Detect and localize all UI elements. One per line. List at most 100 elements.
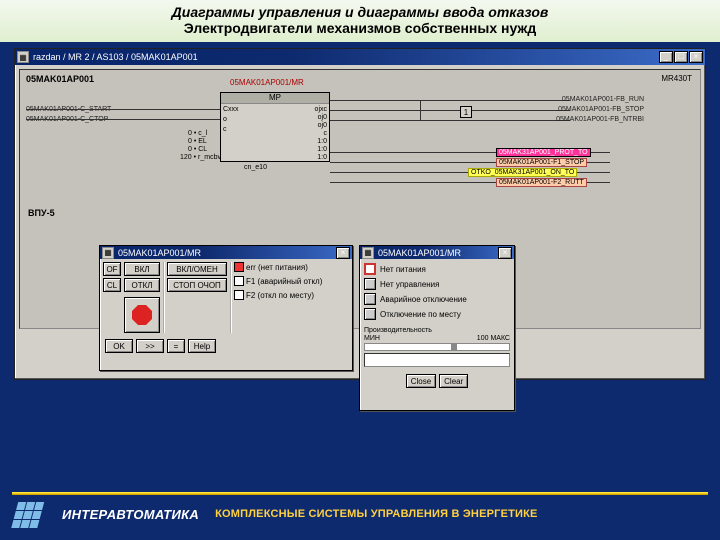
of-button[interactable]: OF	[103, 262, 121, 276]
forward-button[interactable]: >>	[136, 339, 164, 353]
tag[interactable]: OTKO_05MAK31AP001_ON_TO	[468, 168, 577, 177]
fault-label: Отключение по месту	[380, 310, 461, 319]
wire	[330, 120, 570, 121]
pin: 1:0	[317, 138, 327, 145]
separator	[230, 262, 231, 333]
fault-label: err (нет питания)	[246, 263, 308, 272]
fault-row: err (нет питания)	[234, 262, 322, 272]
signal-right: 05MAK01AP001-FB_RUN	[562, 96, 644, 103]
dialog-icon: ▦	[362, 247, 374, 259]
pin: c	[223, 126, 227, 133]
input-label: cn_e10	[244, 164, 267, 171]
fault-row: Нет питания	[364, 263, 510, 275]
func-block-header: MP	[221, 93, 329, 104]
dialog-icon: ▦	[102, 247, 114, 259]
fault-checkbox[interactable]	[234, 290, 244, 300]
clear-button[interactable]: Clear	[439, 374, 468, 388]
fault-label: Аварийное отключение	[380, 295, 467, 304]
brand-label: ИНТЕРАВТОМАТИКА	[62, 507, 199, 522]
dialog-close-button[interactable]: ×	[336, 247, 350, 259]
wire	[330, 110, 570, 111]
company-logo-icon	[11, 501, 50, 527]
ok-button[interactable]: OK	[105, 339, 133, 353]
off-button[interactable]: ОТКЛ	[124, 278, 160, 292]
wire	[330, 100, 570, 101]
fault-row: F1 (аварийный откл)	[234, 276, 322, 286]
footer: ИНТЕРАВТОМАТИКА КОМПЛЕКСНЫЕ СИСТЕМЫ УПРА…	[0, 486, 720, 540]
pin: oj0	[318, 122, 327, 129]
fault-label: F1 (аварийный откл)	[246, 277, 322, 286]
dialog-title: 05MAK01AP001/MR	[118, 248, 336, 258]
separator	[163, 262, 164, 333]
device-type-label: MR430T	[661, 74, 692, 83]
tag[interactable]: 05MAK01AP001-F2_RUTT	[496, 178, 587, 187]
productivity-input[interactable]	[364, 353, 510, 367]
dialog-close-button[interactable]: ×	[498, 247, 512, 259]
pin: 1:0	[317, 154, 327, 161]
header-line2: Электродвигатели механизмов собственных …	[0, 20, 720, 36]
close-button[interactable]: ×	[689, 51, 703, 63]
pin: c	[324, 130, 328, 137]
input-label: 120 • r_mcbv	[180, 154, 221, 161]
fault-toggle[interactable]	[364, 278, 376, 290]
input-label: 0 • EL	[188, 138, 207, 145]
app-titlebar[interactable]: ▦ razdan / MR 2 / AS103 / 05MAK01AP001 _…	[15, 49, 705, 65]
pin: 1:0	[317, 146, 327, 153]
app-window: ▦ razdan / MR 2 / AS103 / 05MAK01AP001 _…	[14, 48, 706, 380]
stop-icon[interactable]	[124, 297, 160, 333]
fault-label: Нет управления	[380, 280, 439, 289]
stopnow-button[interactable]: СТОП ОЧОП	[167, 278, 227, 292]
productivity-slider[interactable]	[364, 343, 510, 351]
input-label: 0 • CL	[188, 146, 207, 153]
cl-button[interactable]: CL	[103, 278, 121, 292]
func-block[interactable]: MP Cxxx o c ojxc oj0 oj0 c 1:0 1:0 1:0	[220, 92, 330, 162]
dialog-titlebar[interactable]: ▦ 05MAK01AP001/MR ×	[360, 246, 514, 259]
fault-dialog[interactable]: ▦ 05MAK01AP001/MR × Нет питания Нет упра…	[359, 245, 515, 411]
fault-checkbox[interactable]	[234, 262, 244, 272]
tag[interactable]: 05MAK31AP001_PROT_TO	[496, 148, 591, 157]
equals-button[interactable]: =	[167, 339, 185, 353]
on-button[interactable]: ВКЛ	[124, 262, 160, 276]
input-label: 0 • c_l	[188, 130, 207, 137]
pin: oj0	[318, 114, 327, 121]
device-mr-label: 05MAK01AP001/MR	[230, 78, 304, 87]
signal-right: 05MAK01AP001-FB_STOP	[558, 106, 644, 113]
dialog-title: 05MAK01AP001/MR	[378, 248, 498, 258]
header-line1: Диаграммы управления и диаграммы ввода о…	[0, 4, 720, 20]
wire	[26, 109, 220, 110]
fault-toggle[interactable]	[364, 308, 376, 320]
signal-right: 05MAK01AP001-FB_NTRBI	[556, 116, 644, 123]
fault-checkbox[interactable]	[234, 276, 244, 286]
productivity-label: Производительность	[364, 327, 432, 334]
close-button[interactable]: Close	[406, 374, 436, 388]
tag[interactable]: 05MAK01AP001-F1_STOP	[496, 158, 587, 167]
min-label: МИН	[364, 335, 380, 342]
fault-label: F2 (откл по месту)	[246, 291, 314, 300]
app-title: razdan / MR 2 / AS103 / 05MAK01AP001	[33, 52, 659, 62]
divider	[12, 492, 708, 495]
dialog-titlebar[interactable]: ▦ 05MAK01AP001/MR ×	[100, 246, 352, 259]
fault-toggle[interactable]	[364, 293, 376, 305]
cancel-button[interactable]: ВКЛ/ОМЕН	[167, 262, 227, 276]
fault-row: Аварийное отключение	[364, 293, 510, 305]
app-icon: ▦	[17, 51, 29, 63]
minimize-button[interactable]: _	[659, 51, 673, 63]
wire	[420, 100, 421, 120]
max-label: МАКС	[490, 335, 510, 342]
pin: o	[223, 116, 227, 123]
help-button[interactable]: Help	[188, 339, 216, 353]
pin: ojxc	[315, 106, 327, 113]
maximize-button[interactable]: □	[674, 51, 688, 63]
wire	[26, 119, 220, 120]
fault-row: Отключение по месту	[364, 308, 510, 320]
fault-label: Нет питания	[380, 265, 426, 274]
tagline-label: КОМПЛЕКСНЫЕ СИСТЕМЫ УПРАВЛЕНИЯ В ЭНЕРГЕТ…	[215, 508, 537, 520]
fault-toggle[interactable]	[364, 263, 376, 275]
fault-row: F2 (откл по месту)	[234, 290, 322, 300]
control-dialog[interactable]: ▦ 05MAK01AP001/MR × OF CL ВКЛ ОТКЛ ВКЛ/О…	[99, 245, 353, 371]
fault-row: Нет управления	[364, 278, 510, 290]
pct-value: 100	[477, 335, 489, 342]
logic-one-box[interactable]: 1	[460, 106, 472, 118]
vpu-label: ВПУ-5	[28, 208, 55, 218]
stage: ▦ razdan / MR 2 / AS103 / 05MAK01AP001 _…	[0, 42, 720, 472]
